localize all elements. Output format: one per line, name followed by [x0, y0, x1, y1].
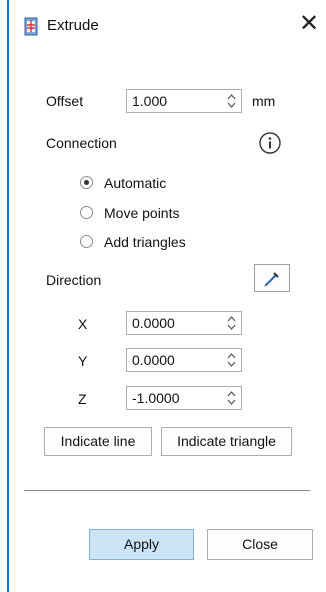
divider: [24, 490, 310, 491]
z-value: -1.0000: [132, 390, 180, 406]
y-input[interactable]: 0.0000: [126, 348, 242, 372]
pick-direction-button[interactable]: [254, 264, 290, 292]
z-label: Z: [78, 391, 87, 407]
spin-arrows-icon[interactable]: [227, 93, 236, 109]
x-value: 0.0000: [132, 315, 175, 331]
extrude-app-icon: [22, 16, 40, 38]
spin-arrows-icon[interactable]: [227, 352, 236, 368]
apply-button[interactable]: Apply: [89, 529, 194, 560]
direction-label: Direction: [46, 272, 102, 288]
x-input[interactable]: 0.0000: [126, 311, 242, 335]
x-label: X: [78, 316, 88, 332]
radio-add-triangles-label: Add triangles: [104, 234, 186, 250]
info-icon[interactable]: [258, 131, 282, 155]
offset-unit: mm: [252, 93, 276, 109]
connection-label: Connection: [46, 135, 117, 151]
radio-button[interactable]: [80, 235, 93, 248]
close-icon[interactable]: ✕: [297, 10, 321, 38]
offset-input[interactable]: 1.000: [126, 89, 242, 113]
radio-button[interactable]: [80, 206, 93, 219]
spin-arrows-icon[interactable]: [227, 390, 236, 406]
y-label: Y: [78, 353, 88, 369]
radio-button[interactable]: [80, 176, 93, 189]
offset-label: Offset: [46, 93, 84, 109]
close-button[interactable]: Close: [207, 529, 313, 560]
pick-direction-icon: [264, 272, 279, 287]
z-input[interactable]: -1.0000: [126, 386, 242, 410]
radio-move-points-label: Move points: [104, 205, 180, 221]
radio-automatic-label: Automatic: [104, 175, 167, 191]
dialog-title: Extrude: [47, 17, 99, 34]
window-left-border: [7, 0, 9, 592]
spin-arrows-icon[interactable]: [227, 315, 236, 331]
indicate-triangle-button[interactable]: Indicate triangle: [161, 427, 292, 456]
y-value: 0.0000: [132, 352, 175, 368]
offset-value: 1.000: [132, 93, 168, 109]
indicate-line-button[interactable]: Indicate line: [44, 427, 152, 456]
